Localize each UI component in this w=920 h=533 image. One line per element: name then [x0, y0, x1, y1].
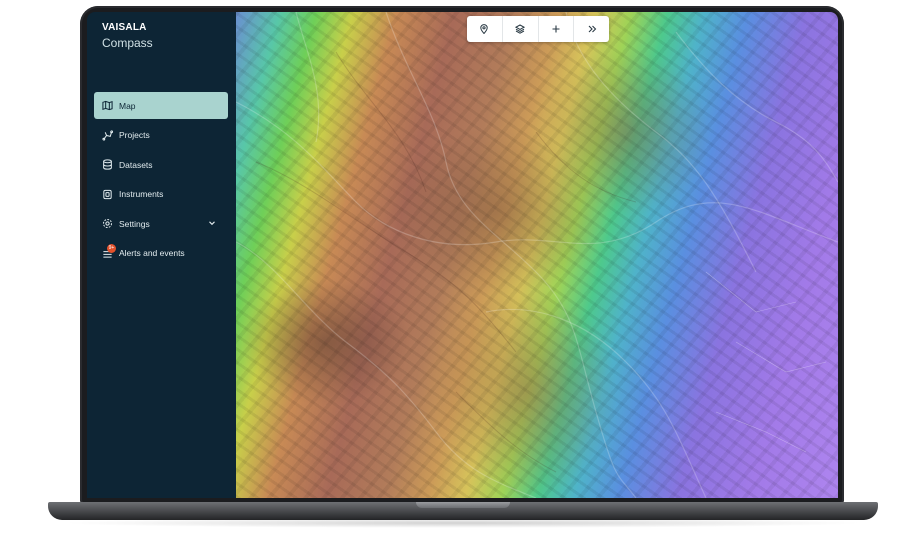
sidebar-item-alerts[interactable]: 9+ Alerts and events — [94, 240, 228, 267]
projects-icon — [102, 129, 113, 141]
chevron-down-icon[interactable] — [208, 219, 216, 227]
sidebar-item-projects[interactable]: Projects — [94, 122, 228, 149]
locate-button[interactable] — [467, 16, 503, 42]
layers-button[interactable] — [503, 16, 539, 42]
sidebar-item-map[interactable]: Map — [94, 92, 228, 119]
zoom-in-button[interactable] — [539, 16, 575, 42]
expand-button[interactable] — [574, 16, 609, 42]
sidebar-item-label: Instruments — [119, 189, 164, 199]
plus-icon — [552, 25, 560, 33]
brand-company: VAISALA — [102, 22, 147, 33]
terrain-map[interactable] — [236, 12, 838, 498]
brand: VAISALA Compass — [102, 22, 153, 50]
sidebar-item-settings[interactable]: Settings — [94, 210, 228, 237]
sidebar-item-label: Map — [119, 100, 136, 111]
laptop-mockup: VAISALA Compass Map Projects Datasets In… — [0, 0, 920, 533]
layers-icon — [515, 24, 526, 34]
sidebar-item-instruments[interactable]: Instruments — [94, 181, 228, 208]
sidebar-item-datasets[interactable]: Datasets — [94, 151, 228, 178]
map-icon — [102, 100, 113, 111]
instrument-icon — [102, 189, 113, 200]
alerts-badge: 9+ — [107, 243, 116, 253]
laptop-notch — [416, 502, 510, 508]
laptop-shadow — [60, 518, 866, 528]
map-toolbar — [467, 16, 609, 42]
terrain-ridges — [236, 12, 838, 498]
sidebar-nav: Map Projects Datasets Instruments Settin… — [94, 92, 228, 269]
location-pin-icon — [480, 24, 489, 34]
sidebar-item-label: Settings — [119, 218, 150, 229]
sidebar-item-label: Datasets — [119, 159, 153, 170]
gear-icon — [102, 218, 113, 229]
database-icon — [102, 159, 113, 170]
sidebar-item-label: Alerts and events — [119, 248, 185, 258]
double-chevron-right-icon — [588, 25, 596, 33]
sidebar-item-label: Projects — [119, 130, 150, 140]
sidebar: VAISALA Compass Map Projects Datasets In… — [87, 12, 236, 498]
app-window: VAISALA Compass Map Projects Datasets In… — [87, 12, 838, 498]
brand-product: Compass — [102, 36, 153, 50]
